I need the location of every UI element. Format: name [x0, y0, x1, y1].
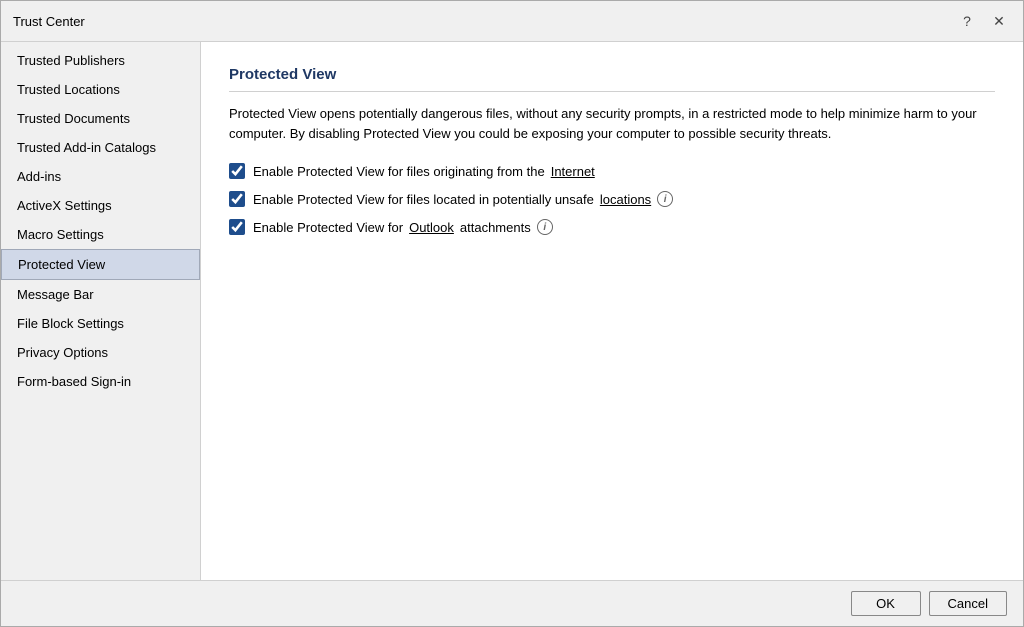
description-text: Protected View opens potentially dangero… [229, 104, 989, 143]
checkbox-item-cb-unsafe-locations: Enable Protected View for files located … [229, 191, 995, 207]
sidebar-item-trusted-locations[interactable]: Trusted Locations [1, 75, 200, 104]
sidebar-item-trusted-add-in-catalogs[interactable]: Trusted Add-in Catalogs [1, 133, 200, 162]
underline-word: locations [600, 192, 651, 207]
help-button[interactable]: ? [955, 9, 979, 33]
cancel-button[interactable]: Cancel [929, 591, 1007, 616]
trust-center-dialog: Trust Center ? ✕ Trusted PublishersTrust… [0, 0, 1024, 627]
checkbox-group: Enable Protected View for files originat… [229, 163, 995, 235]
sidebar-item-activex-settings[interactable]: ActiveX Settings [1, 191, 200, 220]
section-title: Protected View [229, 66, 995, 92]
sidebar-item-privacy-options[interactable]: Privacy Options [1, 338, 200, 367]
checkbox-label-cb-unsafe-locations[interactable]: Enable Protected View for files located … [253, 191, 673, 207]
dialog-body: Trusted PublishersTrusted LocationsTrust… [1, 42, 1023, 580]
title-bar-controls: ? ✕ [955, 9, 1011, 33]
sidebar-item-form-based-sign-in[interactable]: Form-based Sign-in [1, 367, 200, 396]
dialog-footer: OK Cancel [1, 580, 1023, 626]
checkbox-cb-unsafe-locations[interactable] [229, 191, 245, 207]
sidebar-item-trusted-documents[interactable]: Trusted Documents [1, 104, 200, 133]
checkbox-cb-outlook[interactable] [229, 219, 245, 235]
window-title: Trust Center [13, 14, 85, 29]
checkbox-item-cb-internet: Enable Protected View for files originat… [229, 163, 995, 179]
sidebar-item-macro-settings[interactable]: Macro Settings [1, 220, 200, 249]
underline-word: Outlook [409, 220, 454, 235]
close-button[interactable]: ✕ [987, 9, 1011, 33]
info-icon-cb-outlook[interactable]: i [537, 219, 553, 235]
sidebar-item-file-block-settings[interactable]: File Block Settings [1, 309, 200, 338]
title-bar: Trust Center ? ✕ [1, 1, 1023, 42]
main-content: Protected View Protected View opens pote… [201, 42, 1023, 580]
checkbox-item-cb-outlook: Enable Protected View for Outlook attach… [229, 219, 995, 235]
sidebar-item-protected-view[interactable]: Protected View [1, 249, 200, 280]
checkbox-label-cb-internet[interactable]: Enable Protected View for files originat… [253, 164, 595, 179]
ok-button[interactable]: OK [851, 591, 921, 616]
info-icon-cb-unsafe-locations[interactable]: i [657, 191, 673, 207]
underline-word: Internet [551, 164, 595, 179]
sidebar-item-add-ins[interactable]: Add-ins [1, 162, 200, 191]
sidebar-item-trusted-publishers[interactable]: Trusted Publishers [1, 46, 200, 75]
sidebar: Trusted PublishersTrusted LocationsTrust… [1, 42, 201, 580]
checkbox-label-cb-outlook[interactable]: Enable Protected View for Outlook attach… [253, 219, 553, 235]
sidebar-item-message-bar[interactable]: Message Bar [1, 280, 200, 309]
checkbox-cb-internet[interactable] [229, 163, 245, 179]
